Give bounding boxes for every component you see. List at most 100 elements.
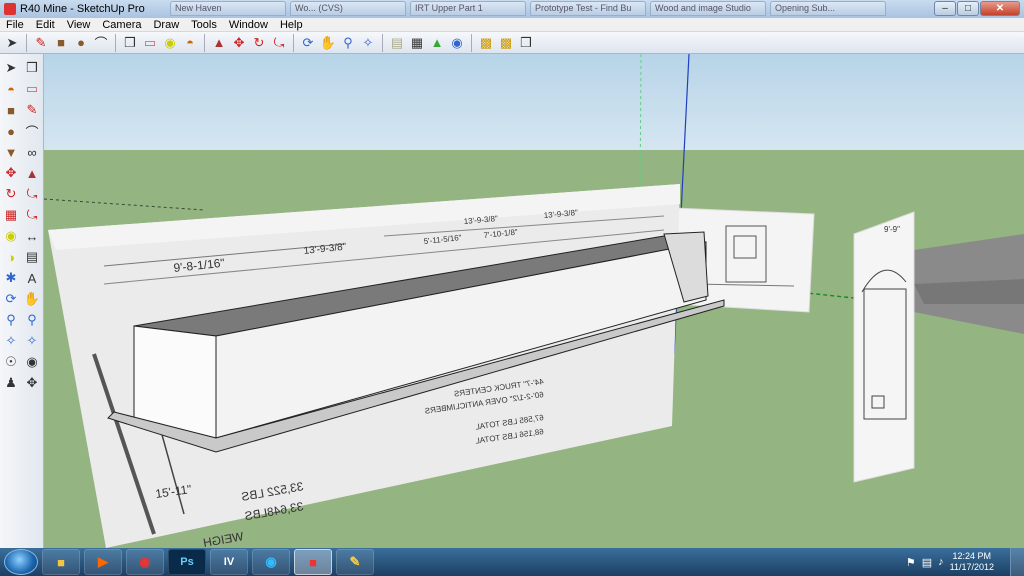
zoom-window-icon[interactable]: ⚲ [22, 310, 42, 330]
views-icon[interactable]: ▤ [387, 33, 407, 53]
zoom-icon[interactable]: ⚲ [338, 33, 358, 53]
circle-icon[interactable]: ● [71, 33, 91, 53]
close-button[interactable]: ✕ [980, 1, 1020, 16]
rectangle-icon[interactable]: ■ [1, 100, 21, 120]
clock-time: 12:24 PM [952, 551, 992, 561]
menu-view[interactable]: View [61, 19, 97, 31]
move-icon[interactable]: ✥ [1, 163, 21, 183]
follow-me-icon[interactable]: ⤿ [22, 184, 42, 204]
freehand-icon[interactable]: ∞ [22, 142, 42, 162]
volume-icon[interactable]: ♪ [938, 556, 944, 568]
offset-icon[interactable]: ⤿ [22, 205, 42, 225]
photoshop-icon[interactable]: Ps [168, 549, 206, 575]
paint-bucket-icon[interactable]: ◓ [180, 33, 200, 53]
axes-icon[interactable]: ✱ [1, 268, 21, 288]
walk-icon[interactable]: ♟ [1, 373, 21, 393]
sketchup-window: R40 Mine - SketchUp Pro New Haven Wo... … [0, 0, 1024, 548]
look-around-icon[interactable]: ◉ [22, 352, 42, 372]
select-icon[interactable]: ➤ [1, 58, 21, 78]
paint-icon[interactable]: ✎ [336, 549, 374, 575]
window-controls: – □ ✕ [934, 1, 1020, 16]
windows-taskbar: ■ ▶ ◉ Ps IV ◉ ■ ✎ ⚑ ▤ ♪ 12:24 PM 11/17/2… [0, 548, 1024, 576]
model-icon[interactable]: ▲ [427, 33, 447, 53]
iv-icon[interactable]: IV [210, 549, 248, 575]
dimension-icon[interactable]: ↔ [22, 226, 42, 246]
move-icon[interactable]: ✥ [229, 33, 249, 53]
tape-measure-icon[interactable]: ◉ [1, 226, 21, 246]
minimize-button[interactable]: – [934, 1, 956, 16]
rectangle-icon[interactable]: ■ [51, 33, 71, 53]
arc-icon[interactable]: ⌒ [22, 121, 42, 141]
polygon-icon[interactable]: ▼ [1, 142, 21, 162]
push-pull-icon[interactable]: ▲ [209, 33, 229, 53]
background-window[interactable]: Opening Sub... [770, 1, 886, 16]
background-windows: New Haven Wo... (CVS) IRT Upper Part 1 P… [170, 1, 886, 17]
pan-icon[interactable]: ✋ [22, 289, 42, 309]
scene-svg[interactable]: 9'-9" 9'-8-1/16" 13'-9-3/8" 5'-11-5/16" … [44, 54, 1024, 548]
flag-icon[interactable]: ⚑ [906, 556, 916, 569]
layout-icon[interactable]: ▩ [476, 33, 496, 53]
background-window[interactable]: Prototype Test - Find Bu [530, 1, 646, 16]
pencil-icon[interactable]: ✎ [31, 33, 51, 53]
protractor-icon[interactable]: ◑ [1, 247, 21, 267]
clock-date: 11/17/2012 [949, 562, 994, 572]
chrome-icon[interactable]: ◉ [126, 549, 164, 575]
arc-icon[interactable]: ⌒ [91, 33, 111, 53]
background-window[interactable]: Wo... (CVS) [290, 1, 406, 16]
make-component-icon[interactable]: ❒ [120, 33, 140, 53]
warehouse-icon[interactable]: ▦ [407, 33, 427, 53]
menu-draw[interactable]: Draw [147, 19, 185, 31]
previous-view-icon[interactable]: ✧ [22, 331, 42, 351]
large-tool-set: ➤ ❒ ◓ ▭ ■ ✎ ● ⌒ ▼ ∞ ✥ ▲ ↻ ⤿ ▦ ⤿ ◉ ↔ ◑ ▤ … [0, 54, 44, 548]
show-desktop-button[interactable] [1010, 548, 1024, 576]
scale-icon[interactable]: ▦ [1, 205, 21, 225]
orbit-icon[interactable]: ⟳ [298, 33, 318, 53]
maximize-button[interactable]: □ [957, 1, 979, 16]
explorer-icon[interactable]: ■ [42, 549, 80, 575]
section-icon[interactable]: ▩ [496, 33, 516, 53]
3d-text-icon[interactable]: A [22, 268, 42, 288]
rotate-icon[interactable]: ↻ [1, 184, 21, 204]
zoom-extents-icon[interactable]: ✧ [358, 33, 378, 53]
menu-file[interactable]: File [0, 19, 30, 31]
start-button[interactable] [4, 549, 38, 575]
tape-measure-icon[interactable]: ◉ [160, 33, 180, 53]
skype-icon[interactable]: ◉ [252, 549, 290, 575]
push-pull-icon[interactable]: ▲ [22, 163, 42, 183]
pencil-icon[interactable]: ✎ [22, 100, 42, 120]
window-title: R40 Mine - SketchUp Pro [20, 3, 145, 15]
eraser-icon[interactable]: ▭ [22, 79, 42, 99]
make-component-icon[interactable]: ❒ [22, 58, 42, 78]
model-viewport[interactable]: 9'-9" 9'-8-1/16" 13'-9-3/8" 5'-11-5/16" … [44, 54, 1024, 548]
select-icon[interactable]: ➤ [2, 33, 22, 53]
title-bar: R40 Mine - SketchUp Pro New Haven Wo... … [0, 0, 1024, 18]
geo-location-icon[interactable]: ◉ [447, 33, 467, 53]
orbit-icon[interactable]: ⟳ [1, 289, 21, 309]
menu-tools[interactable]: Tools [185, 19, 223, 31]
network-icon[interactable]: ▤ [922, 556, 932, 569]
menu-edit[interactable]: Edit [30, 19, 61, 31]
background-window[interactable]: Wood and image Studio [650, 1, 766, 16]
offset-icon[interactable]: ⤿ [269, 33, 289, 53]
zoom-icon[interactable]: ⚲ [1, 310, 21, 330]
background-window[interactable]: IRT Upper Part 1 [410, 1, 526, 16]
eraser-icon[interactable]: ▭ [140, 33, 160, 53]
media-player-icon[interactable]: ▶ [84, 549, 122, 575]
rotate-icon[interactable]: ↻ [249, 33, 269, 53]
paint-bucket-icon[interactable]: ◓ [1, 79, 21, 99]
section-plane-icon[interactable]: ✥ [22, 373, 42, 393]
circle-icon[interactable]: ● [1, 121, 21, 141]
zoom-extents-icon[interactable]: ✧ [1, 331, 21, 351]
text-icon[interactable]: ▤ [22, 247, 42, 267]
menu-camera[interactable]: Camera [96, 19, 147, 31]
system-tray: ⚑ ▤ ♪ 12:24 PM 11/17/2012 [906, 548, 994, 576]
position-camera-icon[interactable]: ☉ [1, 352, 21, 372]
components-icon[interactable]: ❒ [516, 33, 536, 53]
sketchup-taskbar-icon[interactable]: ■ [294, 549, 332, 575]
clock[interactable]: 12:24 PM 11/17/2012 [950, 551, 994, 573]
menu-window[interactable]: Window [223, 19, 274, 31]
sky [44, 54, 1024, 152]
pan-icon[interactable]: ✋ [318, 33, 338, 53]
background-window[interactable]: New Haven [170, 1, 286, 16]
menu-help[interactable]: Help [274, 19, 309, 31]
